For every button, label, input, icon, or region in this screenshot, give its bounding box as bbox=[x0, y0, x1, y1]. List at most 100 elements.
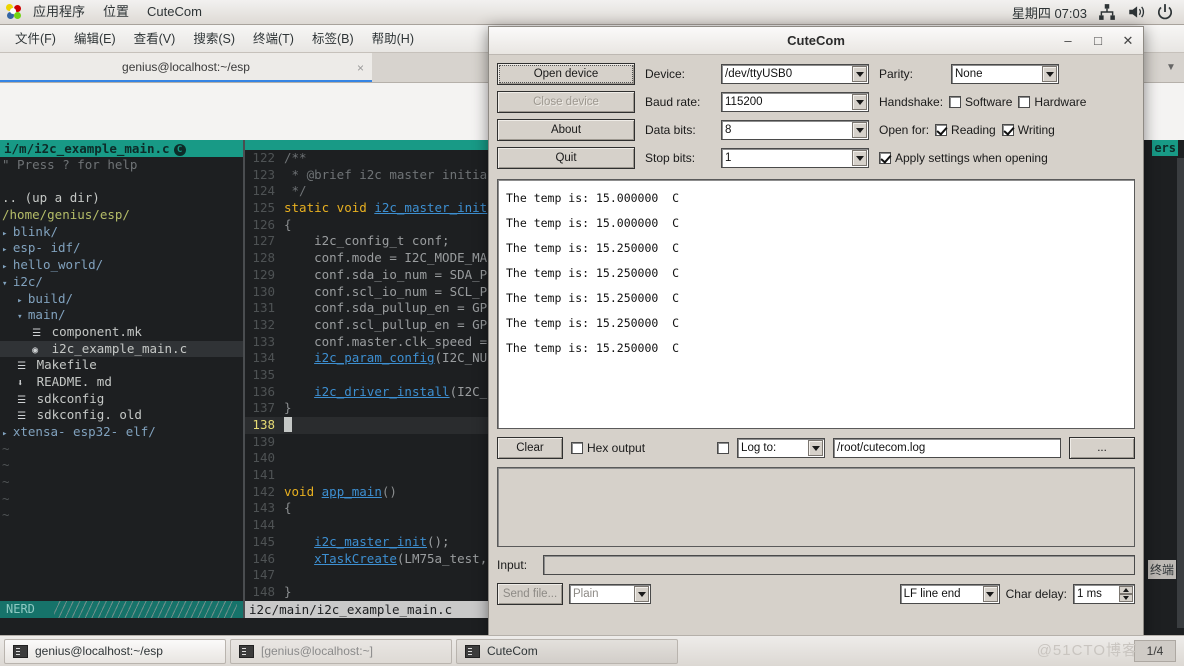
log-enable-checkbox[interactable] bbox=[717, 442, 730, 454]
clear-button[interactable]: Clear bbox=[497, 437, 563, 459]
taskbar-item-cutecom[interactable]: CuteCom bbox=[456, 638, 678, 664]
chevron-down-icon[interactable]: ▾ bbox=[17, 312, 28, 322]
char-delay-spinner[interactable]: 1 ms bbox=[1073, 584, 1135, 604]
nerdtree-entry[interactable]: ☰ sdkconfig. old bbox=[0, 407, 243, 424]
send-preview-box[interactable] bbox=[497, 467, 1135, 547]
maximize-button[interactable]: □ bbox=[1083, 27, 1113, 55]
nerdtree-up-dir[interactable]: .. (up a dir) bbox=[0, 190, 243, 207]
close-device-button[interactable]: Close device bbox=[497, 91, 635, 113]
chevron-down-icon[interactable] bbox=[1042, 66, 1057, 82]
line-end-combo[interactable]: LF line end bbox=[899, 584, 1000, 604]
chevron-right-icon[interactable]: ▸ bbox=[2, 429, 13, 439]
baud-rate-combo[interactable]: 115200 bbox=[721, 92, 869, 112]
data-bits-combo[interactable]: 8 bbox=[721, 120, 869, 140]
terminal-tab-1-label: genius@localhost:~/esp bbox=[122, 59, 250, 74]
handshake-software-checkbox[interactable] bbox=[949, 96, 962, 108]
data-bits-value: 8 bbox=[725, 124, 732, 136]
nerdtree-entry[interactable]: ▸ xtensa- esp32- elf/ bbox=[0, 424, 243, 441]
nerdtree-entry[interactable]: ☰ sdkconfig bbox=[0, 391, 243, 408]
cutecom-titlebar[interactable]: CuteCom – □ ✕ bbox=[489, 27, 1143, 55]
device-combo[interactable]: /dev/ttyUSB0 bbox=[721, 64, 869, 84]
chevron-right-icon[interactable]: ▸ bbox=[17, 296, 28, 306]
nerdtree-entry[interactable]: ▸ esp- idf/ bbox=[0, 240, 243, 257]
open-for-writing-option[interactable]: Writing bbox=[1001, 123, 1055, 137]
browse-log-button[interactable]: ... bbox=[1069, 437, 1135, 459]
apply-settings-option[interactable]: Apply settings when opening bbox=[879, 151, 1048, 165]
chevron-down-icon[interactable]: ▼ bbox=[1158, 53, 1184, 82]
hex-output-checkbox[interactable] bbox=[571, 442, 583, 454]
menu-tabs[interactable]: 标签(B) bbox=[303, 26, 363, 52]
chevron-down-icon[interactable] bbox=[982, 586, 998, 602]
power-icon[interactable] bbox=[1156, 3, 1174, 21]
open-for-reading-option[interactable]: Reading bbox=[935, 123, 996, 137]
nerdtree-entry[interactable]: ▸ blink/ bbox=[0, 224, 243, 241]
menu-edit[interactable]: 编辑(E) bbox=[65, 26, 125, 52]
taskbar-item-esp[interactable]: genius@localhost:~/esp bbox=[4, 638, 226, 664]
chevron-right-icon[interactable]: ▸ bbox=[2, 245, 13, 255]
open-device-button[interactable]: Open device bbox=[497, 63, 635, 85]
chevron-down-icon[interactable] bbox=[852, 122, 867, 138]
open-for-reading-checkbox[interactable] bbox=[935, 124, 948, 136]
handshake-software-option[interactable]: Software bbox=[949, 95, 1012, 109]
hex-output-option[interactable]: Hex output bbox=[571, 441, 645, 455]
chevron-down-icon[interactable] bbox=[852, 94, 867, 110]
code-text: conf.sda_pullup_en = GP bbox=[284, 300, 488, 316]
apply-settings-checkbox[interactable] bbox=[879, 152, 891, 164]
menu-file[interactable]: 文件(F) bbox=[6, 26, 65, 52]
nerdtree-entry[interactable]: ▾ i2c/ bbox=[0, 274, 243, 291]
open-for-writing-checkbox[interactable] bbox=[1001, 124, 1014, 136]
stop-bits-combo[interactable]: 1 bbox=[721, 148, 869, 168]
nerdtree-entry[interactable]: ☰ component.mk bbox=[0, 324, 243, 341]
menu-help[interactable]: 帮助(H) bbox=[363, 26, 423, 52]
parity-combo[interactable]: None bbox=[951, 64, 1059, 84]
spinner-up-icon[interactable] bbox=[1119, 586, 1133, 594]
nerdtree-pane[interactable]: i/m/i2c_example_main.c C " Press ? for he… bbox=[0, 140, 243, 635]
chevron-down-icon[interactable] bbox=[634, 586, 649, 602]
chevron-down-icon[interactable] bbox=[852, 66, 867, 82]
chevron-right-icon[interactable]: ▸ bbox=[2, 262, 13, 272]
nerdtree-filler-tilde: ~ bbox=[2, 457, 10, 473]
input-field[interactable] bbox=[543, 555, 1135, 575]
terminal-tab-1[interactable]: genius@localhost:~/esp × bbox=[0, 53, 372, 82]
network-icon[interactable] bbox=[1098, 3, 1116, 21]
close-icon[interactable]: × bbox=[357, 61, 364, 75]
handshake-hardware-checkbox[interactable] bbox=[1018, 96, 1031, 108]
panel-clock[interactable]: 星期四 07:03 bbox=[1012, 3, 1087, 22]
protocol-combo[interactable]: Plain bbox=[569, 584, 651, 604]
chevron-down-icon[interactable] bbox=[808, 440, 824, 456]
nerdtree-entry[interactable]: ▸ hello_world/ bbox=[0, 257, 243, 274]
panel-applications-menu[interactable]: 应用程序 bbox=[24, 0, 94, 24]
log-path-input[interactable]: /root/cutecom.log bbox=[833, 438, 1061, 458]
menu-terminal[interactable]: 终端(T) bbox=[244, 26, 303, 52]
close-button[interactable]: ✕ bbox=[1113, 27, 1143, 55]
terminal-scrollbar[interactable] bbox=[1177, 158, 1184, 628]
workspace-pager[interactable]: 1/4 bbox=[1134, 640, 1176, 662]
baud-rate-value: 115200 bbox=[725, 96, 763, 108]
nerdtree-entry[interactable]: ☰ Makefile bbox=[0, 357, 243, 374]
about-button[interactable]: About bbox=[497, 119, 635, 141]
panel-active-app[interactable]: CuteCom bbox=[138, 0, 211, 24]
chevron-down-icon[interactable] bbox=[852, 150, 867, 166]
quit-button[interactable]: Quit bbox=[497, 147, 635, 169]
volume-icon[interactable] bbox=[1127, 3, 1145, 21]
nerdtree-entry[interactable]: ▸ build/ bbox=[0, 291, 243, 308]
serial-output-view[interactable]: The temp is: 15.000000 C The temp is: 15.… bbox=[497, 179, 1135, 429]
about-label: About bbox=[550, 124, 582, 136]
nerdtree-entry[interactable]: ◉ i2c_example_main.c bbox=[0, 340, 243, 358]
taskbar-item-home[interactable]: [genius@localhost:~] bbox=[230, 638, 452, 664]
chevron-down-icon[interactable]: ▾ bbox=[2, 279, 13, 289]
line-number: 124 bbox=[252, 183, 275, 199]
send-file-button[interactable]: Send file... bbox=[497, 583, 563, 605]
nerdtree-entry[interactable]: ⬇ README. md bbox=[0, 374, 243, 391]
panel-places-menu[interactable]: 位置 bbox=[94, 0, 138, 24]
line-number: 148 bbox=[252, 583, 275, 599]
log-to-combo[interactable]: Log to: bbox=[737, 438, 826, 458]
menu-search[interactable]: 搜索(S) bbox=[184, 26, 244, 52]
menu-view[interactable]: 查看(V) bbox=[125, 26, 185, 52]
spinner-down-icon[interactable] bbox=[1119, 594, 1133, 602]
handshake-hardware-option[interactable]: Hardware bbox=[1018, 95, 1086, 109]
minimize-button[interactable]: – bbox=[1053, 27, 1083, 55]
c-file-icon: C bbox=[173, 143, 186, 156]
chevron-right-icon[interactable]: ▸ bbox=[2, 229, 13, 239]
nerdtree-entry[interactable]: ▾ main/ bbox=[0, 307, 243, 324]
